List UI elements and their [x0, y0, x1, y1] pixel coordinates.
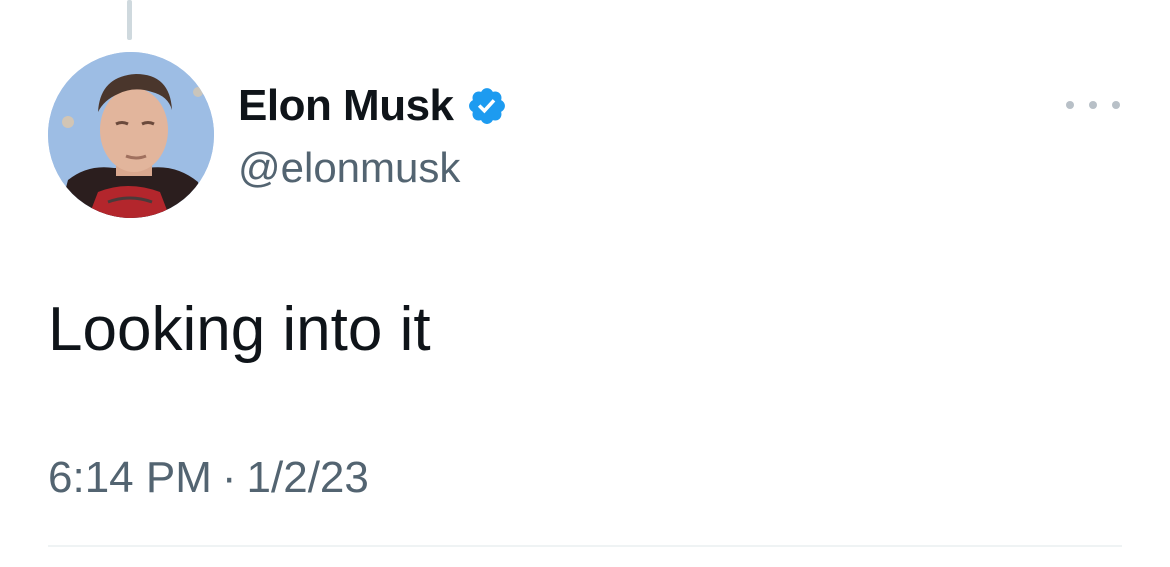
- avatar[interactable]: [48, 52, 214, 218]
- author-name-row: Elon Musk: [238, 80, 508, 132]
- more-dots-icon: [1066, 101, 1074, 109]
- tweet-time: 6:14 PM: [48, 453, 212, 502]
- more-dots-icon: [1089, 101, 1097, 109]
- author-display-name[interactable]: Elon Musk: [238, 80, 454, 132]
- tweet-date: 1/2/23: [246, 453, 369, 502]
- more-dots-icon: [1112, 101, 1120, 109]
- more-options-button[interactable]: [1066, 90, 1120, 120]
- avatar-image: [48, 52, 214, 218]
- author-handle[interactable]: @elonmusk: [238, 142, 460, 194]
- thread-connector-line: [127, 0, 132, 40]
- meta-separator: ·: [221, 453, 237, 502]
- tweet-text: Looking into it: [48, 295, 431, 364]
- tweet-timestamp[interactable]: 6:14 PM · 1/2/23: [48, 450, 369, 506]
- divider: [48, 545, 1122, 547]
- verified-badge-icon[interactable]: [466, 85, 508, 127]
